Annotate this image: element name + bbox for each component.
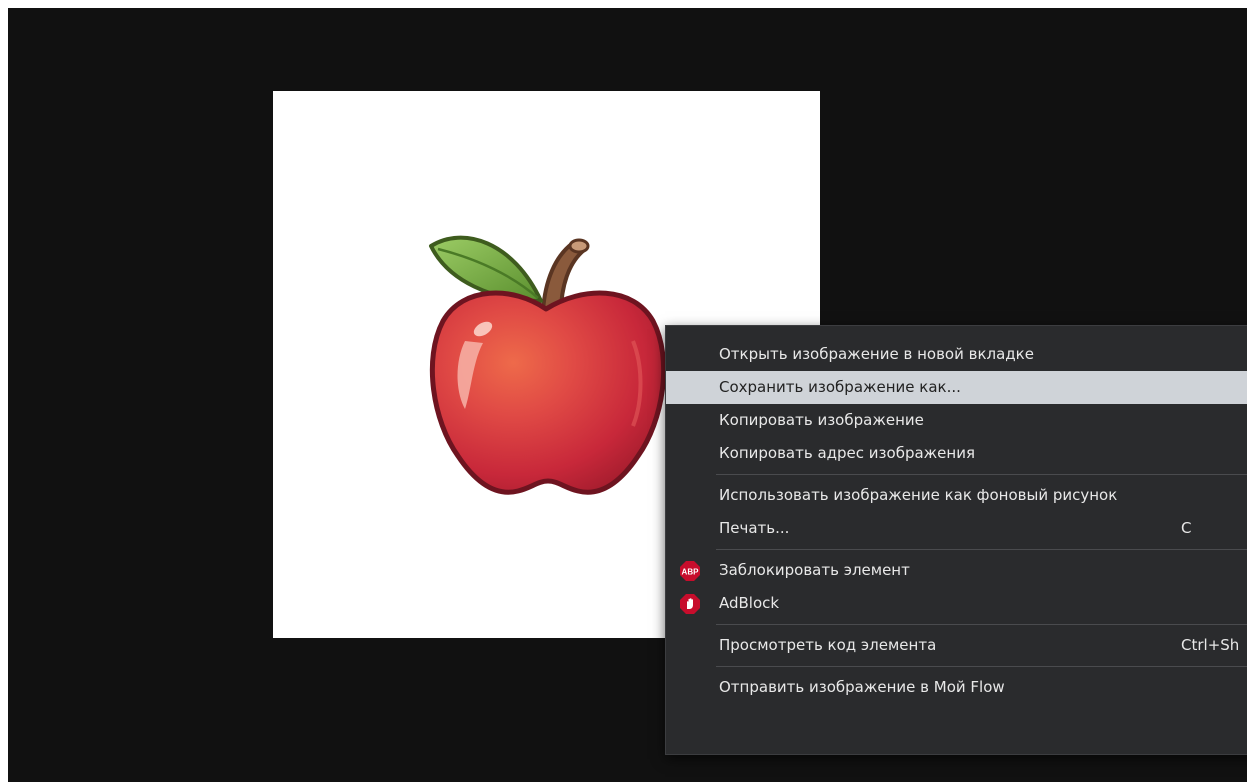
menu-item-adblock[interactable]: AdBlock [666, 587, 1247, 620]
menu-item-label: Отправить изображение в Мой Flow [719, 678, 1005, 696]
context-menu: Открыть изображение в новой вкладке Сохр… [665, 325, 1247, 755]
menu-item-open-image-new-tab[interactable]: Открыть изображение в новой вкладке [666, 338, 1247, 371]
menu-item-label: AdBlock [719, 594, 780, 612]
image-viewer-viewport: Открыть изображение в новой вкладке Сохр… [8, 8, 1247, 782]
svg-text:ABP: ABP [682, 568, 700, 577]
menu-item-label: Использовать изображение как фоновый рис… [719, 486, 1118, 504]
menu-item-save-image-as[interactable]: Сохранить изображение как... [666, 371, 1247, 404]
menu-item-label: Печать... [719, 519, 790, 537]
menu-separator [716, 624, 1247, 625]
menu-separator [716, 549, 1247, 550]
menu-separator [716, 666, 1247, 667]
menu-item-label: Открыть изображение в новой вкладке [719, 345, 1034, 363]
menu-separator [716, 474, 1247, 475]
menu-item-label: Сохранить изображение как... [719, 378, 961, 396]
menu-item-shortcut: Ctrl+Sh [1181, 636, 1240, 654]
menu-item-print[interactable]: Печать... C [666, 512, 1247, 545]
menu-item-copy-image[interactable]: Копировать изображение [666, 404, 1247, 437]
menu-item-set-as-background[interactable]: Использовать изображение как фоновый рис… [666, 479, 1247, 512]
menu-item-label: Заблокировать элемент [719, 561, 910, 579]
adblock-plus-icon: ABP [680, 561, 700, 581]
menu-item-block-element[interactable]: ABP Заблокировать элемент [666, 554, 1247, 587]
menu-item-send-to-my-flow[interactable]: Отправить изображение в Мой Flow [666, 671, 1247, 704]
menu-item-label: Копировать адрес изображения [719, 444, 975, 462]
adblock-hand-icon [680, 594, 700, 614]
menu-item-label: Просмотреть код элемента [719, 636, 937, 654]
menu-item-shortcut: C [1181, 519, 1192, 537]
menu-item-inspect-element[interactable]: Просмотреть код элемента Ctrl+Sh [666, 629, 1247, 662]
menu-item-label: Копировать изображение [719, 411, 924, 429]
menu-item-copy-image-address[interactable]: Копировать адрес изображения [666, 437, 1247, 470]
